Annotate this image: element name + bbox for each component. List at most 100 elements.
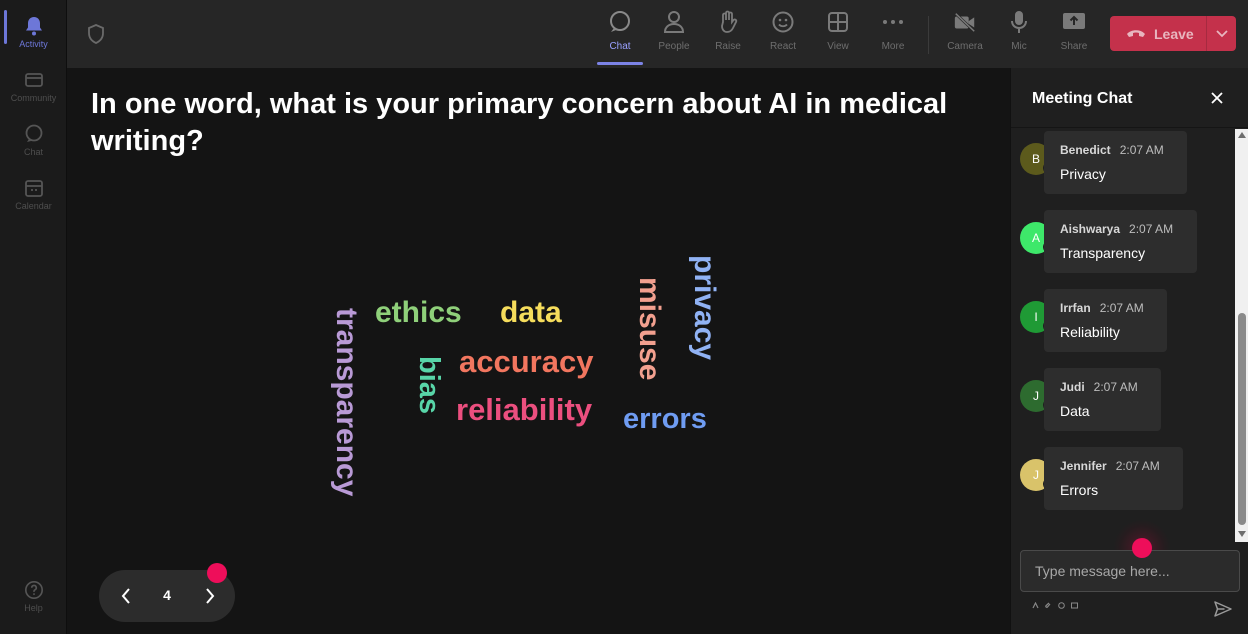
toolbar-people-button[interactable]: People xyxy=(647,10,701,62)
pointer-indicator xyxy=(207,563,227,583)
rail-item-community[interactable]: Community xyxy=(0,62,67,114)
toolbar-raise-button[interactable]: Raise xyxy=(701,10,755,62)
format-icon[interactable] xyxy=(1032,602,1039,609)
rail-item-calendar[interactable]: Calendar xyxy=(0,170,67,222)
toolbar-label: View xyxy=(827,41,849,52)
message-text: Reliability xyxy=(1060,324,1120,340)
message-time: 2:07 AM xyxy=(1093,380,1138,394)
scrollbar-thumb[interactable] xyxy=(1238,313,1246,525)
leave-label: Leave xyxy=(1154,25,1194,42)
cloud-word-ethics: ethics xyxy=(375,296,462,329)
close-chat-button[interactable] xyxy=(1209,90,1225,106)
cloud-word-reliability: reliability xyxy=(456,392,593,427)
rail-label: Community xyxy=(10,93,57,103)
message-text: Errors xyxy=(1060,482,1099,498)
presentation-stage: In one word, what is your primary concer… xyxy=(67,68,1010,634)
compose-toolbar xyxy=(1032,602,1078,609)
meeting-chat-panel: Meeting Chat B Benedict 2:07 AM Privacy A… xyxy=(1010,68,1248,634)
chat-message-list: B Benedict 2:07 AM Privacy A Aishwarya 2:0… xyxy=(1011,129,1235,542)
rail-item-help[interactable]: Help xyxy=(0,572,67,624)
toolbar-label: Chat xyxy=(609,41,631,52)
chat-header: Meeting Chat xyxy=(1011,68,1248,128)
message-compose-box[interactable] xyxy=(1020,550,1240,592)
gif-icon[interactable] xyxy=(1071,602,1078,609)
rail-label: Activity xyxy=(19,39,48,49)
attach-icon[interactable] xyxy=(1045,602,1052,609)
cloud-word-misuse: misuse xyxy=(633,277,666,381)
avatar-initial: A xyxy=(1031,231,1040,245)
rail-label: Help xyxy=(24,603,43,613)
toolbar-chat-button[interactable]: Chat xyxy=(593,10,647,62)
smiley-icon xyxy=(771,10,795,34)
toolbar-label: Camera xyxy=(947,41,983,52)
poll-question: In one word, what is your primary concer… xyxy=(91,88,948,157)
send-button[interactable] xyxy=(1213,599,1233,619)
cloud-word-privacy: privacy xyxy=(688,255,721,361)
person-icon xyxy=(662,10,686,34)
avatar-initial: B xyxy=(1031,152,1040,166)
cloud-word-errors: errors xyxy=(623,403,707,435)
message-bubble: Jennifer 2:07 AM Errors xyxy=(1044,447,1183,510)
leave-options-button[interactable] xyxy=(1207,16,1236,51)
message-input[interactable] xyxy=(1021,551,1239,591)
microphone-icon xyxy=(1007,10,1031,34)
message-bubble: Irrfan 2:07 AM Reliability xyxy=(1044,289,1167,352)
leave-main-button[interactable]: Leave xyxy=(1110,16,1206,51)
app-rail: Activity Community Chat Calendar Help xyxy=(0,0,67,634)
message-time: 2:07 AM xyxy=(1115,459,1160,473)
message-text: Transparency xyxy=(1060,245,1146,261)
cloud-word-transparency: transparency xyxy=(330,308,363,497)
meeting-toolbar: Chat People Raise React View More Camera… xyxy=(67,0,1248,68)
camera-off-icon xyxy=(953,10,977,34)
active-tab-indicator xyxy=(597,62,643,65)
shield-icon[interactable] xyxy=(87,24,105,44)
toolbar-label: Share xyxy=(1060,41,1088,52)
toolbar-mic-button[interactable]: Mic xyxy=(992,10,1046,62)
toolbar-more-button[interactable]: More xyxy=(866,10,920,62)
previous-slide-button[interactable] xyxy=(115,585,137,607)
rail-item-activity[interactable]: Activity xyxy=(0,8,67,60)
chevron-left-icon xyxy=(121,588,130,604)
leave-button[interactable]: Leave xyxy=(1110,16,1236,51)
chat-title: Meeting Chat xyxy=(1032,90,1133,107)
toolbar-camera-button[interactable]: Camera xyxy=(938,10,992,62)
message-text: Data xyxy=(1060,403,1090,419)
cloud-word-bias: bias xyxy=(413,356,445,415)
toolbar-label: React xyxy=(769,41,797,52)
message-time: 2:07 AM xyxy=(1119,143,1164,157)
toolbar-view-button[interactable]: View xyxy=(811,10,865,62)
close-icon xyxy=(1211,92,1223,104)
more-dots-icon xyxy=(881,10,905,34)
chat-scrollbar[interactable] xyxy=(1235,129,1248,542)
cloud-word-accuracy: accuracy xyxy=(459,344,594,379)
next-slide-button[interactable] xyxy=(199,585,221,607)
message-time: 2:07 AM xyxy=(1129,222,1174,236)
bell-icon xyxy=(24,16,44,36)
scroll-up-arrow-icon[interactable] xyxy=(1238,132,1246,138)
grid-icon xyxy=(826,10,850,34)
toolbar-label: People xyxy=(658,41,690,52)
share-screen-icon xyxy=(1062,10,1086,34)
rail-label: Chat xyxy=(23,147,43,157)
phone-hangup-icon xyxy=(1126,25,1146,43)
chat-icon xyxy=(608,10,632,34)
rail-item-chat[interactable]: Chat xyxy=(0,116,67,168)
toolbar-label: Mic xyxy=(1011,41,1027,52)
community-icon xyxy=(24,70,44,90)
message-time: 2:07 AM xyxy=(1099,301,1144,315)
message-bubble: Aishwarya 2:07 AM Transparency xyxy=(1044,210,1197,273)
avatar-initial: J xyxy=(1033,389,1039,403)
message-bubble: Judi 2:07 AM Data xyxy=(1044,368,1161,431)
toolbar-label: Raise xyxy=(715,41,741,52)
toolbar-divider xyxy=(928,16,929,54)
scroll-down-arrow-icon[interactable] xyxy=(1238,531,1246,537)
toolbar-react-button[interactable]: React xyxy=(756,10,810,62)
hand-icon xyxy=(716,10,740,34)
chevron-down-icon xyxy=(1215,25,1228,43)
help-icon xyxy=(24,580,44,600)
rail-label: Calendar xyxy=(15,201,52,211)
send-icon xyxy=(1214,601,1232,617)
sender-name: Irrfan xyxy=(1060,301,1091,315)
toolbar-share-button[interactable]: Share xyxy=(1047,10,1101,62)
emoji-icon[interactable] xyxy=(1058,602,1065,609)
